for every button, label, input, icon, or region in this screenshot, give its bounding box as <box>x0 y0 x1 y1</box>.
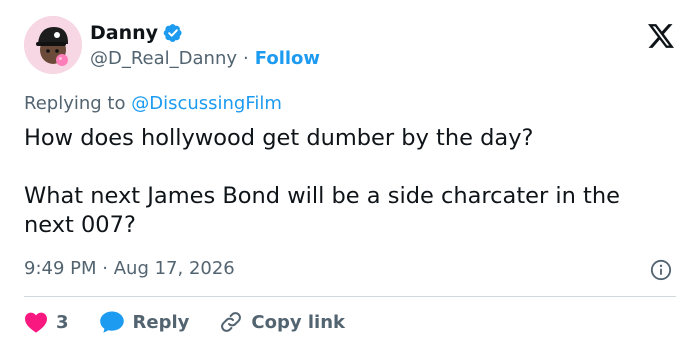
tweet-line-2: What next James Bond will be a side char… <box>24 183 620 238</box>
action-bar: 3 Reply Copy link <box>24 307 345 337</box>
link-icon <box>221 312 242 332</box>
divider <box>24 296 676 297</box>
timestamp-separator: · <box>102 258 108 279</box>
tweet-date: Aug 17, 2026 <box>113 258 235 279</box>
author-handle[interactable]: @D_Real_Danny <box>90 48 237 69</box>
copy-link-button[interactable]: Copy link <box>219 310 345 334</box>
like-count: 3 <box>56 311 69 333</box>
x-logo-icon[interactable] <box>648 24 674 48</box>
replying-to: Replying to @DiscussingFilm <box>24 93 282 114</box>
reply-button[interactable]: Reply <box>99 310 190 334</box>
heart-icon <box>25 312 47 333</box>
info-icon[interactable] <box>650 259 672 281</box>
replying-prefix: Replying to <box>24 93 126 114</box>
handle-separator: · <box>243 48 249 69</box>
replying-mention-link[interactable]: @DiscussingFilm <box>131 93 282 114</box>
author-display-name[interactable]: Danny <box>90 22 158 44</box>
follow-button[interactable]: Follow <box>255 48 320 69</box>
reply-label: Reply <box>132 311 190 333</box>
tweet-line-1: How does hollywood get dumber by the day… <box>24 125 534 151</box>
author-name-row: Danny <box>90 22 183 44</box>
like-button[interactable]: 3 <box>24 311 69 333</box>
tweet-time: 9:49 PM <box>24 258 97 279</box>
avatar-image <box>24 16 82 74</box>
speech-bubble-icon <box>99 311 124 333</box>
verified-badge-icon <box>163 24 182 42</box>
tweet-timestamp[interactable]: 9:49 PM · Aug 17, 2026 <box>24 258 235 279</box>
author-handle-row: @D_Real_Danny · Follow <box>90 48 320 69</box>
tweet-text: How does hollywood get dumber by the day… <box>24 124 674 240</box>
avatar[interactable] <box>24 16 82 74</box>
copy-link-label: Copy link <box>251 311 345 333</box>
